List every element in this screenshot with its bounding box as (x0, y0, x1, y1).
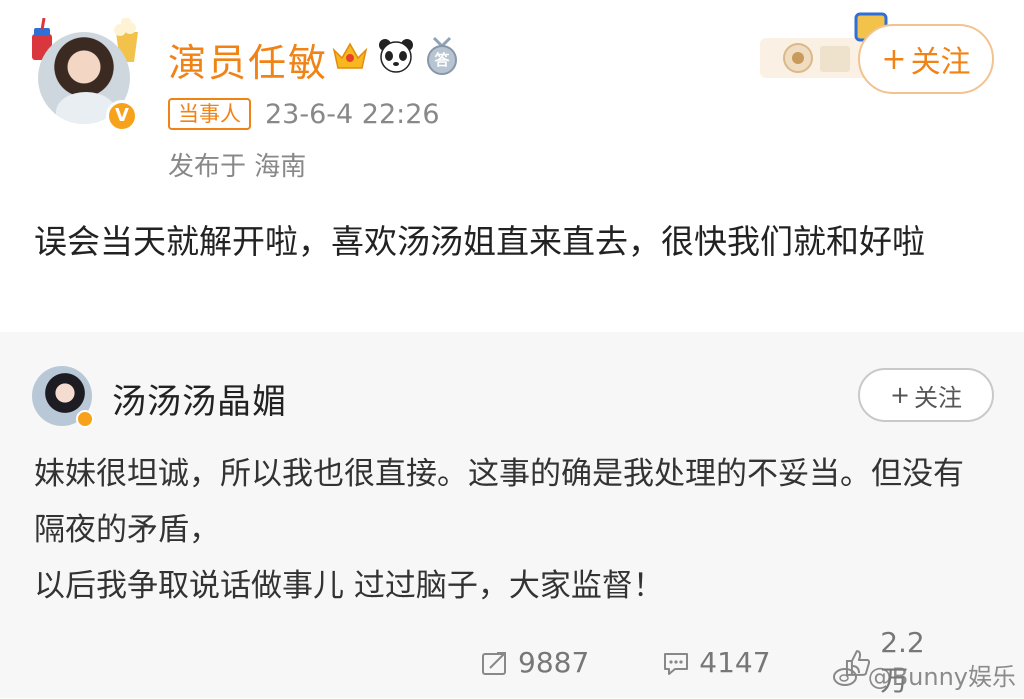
post-location: 发布于 海南 (168, 152, 307, 182)
repost-text-line: 以后我争取说话做事儿 过过脑子，大家监督！ (34, 568, 664, 604)
post-meta: 当事人 23-6-4 22:26 (168, 98, 440, 130)
panda-icon[interactable] (376, 36, 416, 76)
repost-count: 9887 (518, 646, 590, 679)
plus-icon: + (889, 381, 911, 409)
comment-action[interactable]: 4147 (661, 646, 771, 679)
repost-author-username[interactable]: 汤汤汤晶媚 (112, 374, 287, 423)
watermark: @Bunny娱乐 (832, 657, 1016, 692)
post-time[interactable]: 23-6-4 22:26 (265, 99, 440, 130)
party-tag: 当事人 (168, 98, 251, 130)
repost-verified-icon (76, 410, 94, 428)
crown-icon[interactable] (330, 36, 370, 76)
author-avatar-wrap[interactable]: V (30, 18, 142, 132)
repost-follow-button[interactable]: + 关注 (858, 368, 994, 422)
comment-count: 4147 (699, 646, 771, 679)
plus-icon: + (881, 41, 907, 77)
reposted-card[interactable]: 汤汤汤晶媚 + 关注 妹妹很坦诚，所以我也很直接。这事的确是我处理的不妥当。但没… (0, 332, 1024, 698)
verified-v-icon: V (106, 100, 138, 132)
repost-text-line: 妹妹很坦诚，所以我也很直接。这事的确是我处理的不妥当。但没有隔夜的矛盾， (34, 456, 964, 548)
author-username[interactable]: 演员任敏 (168, 32, 328, 87)
repost-text: 妹妹很坦诚，所以我也很直接。这事的确是我处理的不妥当。但没有隔夜的矛盾， 以后我… (34, 446, 994, 614)
watermark-text: @Bunny娱乐 (867, 663, 1016, 691)
follow-button[interactable]: + 关注 (858, 24, 994, 94)
comment-icon (664, 652, 689, 675)
answer-medal-text: 答 (434, 51, 450, 69)
answer-medal-icon[interactable]: 答 (422, 36, 462, 76)
share-icon (482, 651, 506, 675)
follow-button-label: 关注 (910, 45, 971, 80)
weibo-post: V 演员任敏 答 当事人 23-6-4 22:26 发布于 海南 + 关注 误会… (0, 0, 1024, 332)
post-text: 误会当天就解开啦，喜欢汤汤姐直来直去，很快我们就和好啦 (34, 222, 925, 261)
weibo-logo-icon (832, 664, 860, 686)
author-badges: 答 (330, 36, 462, 76)
repost-follow-label: 关注 (914, 383, 963, 412)
repost-action[interactable]: 9887 (480, 646, 589, 679)
